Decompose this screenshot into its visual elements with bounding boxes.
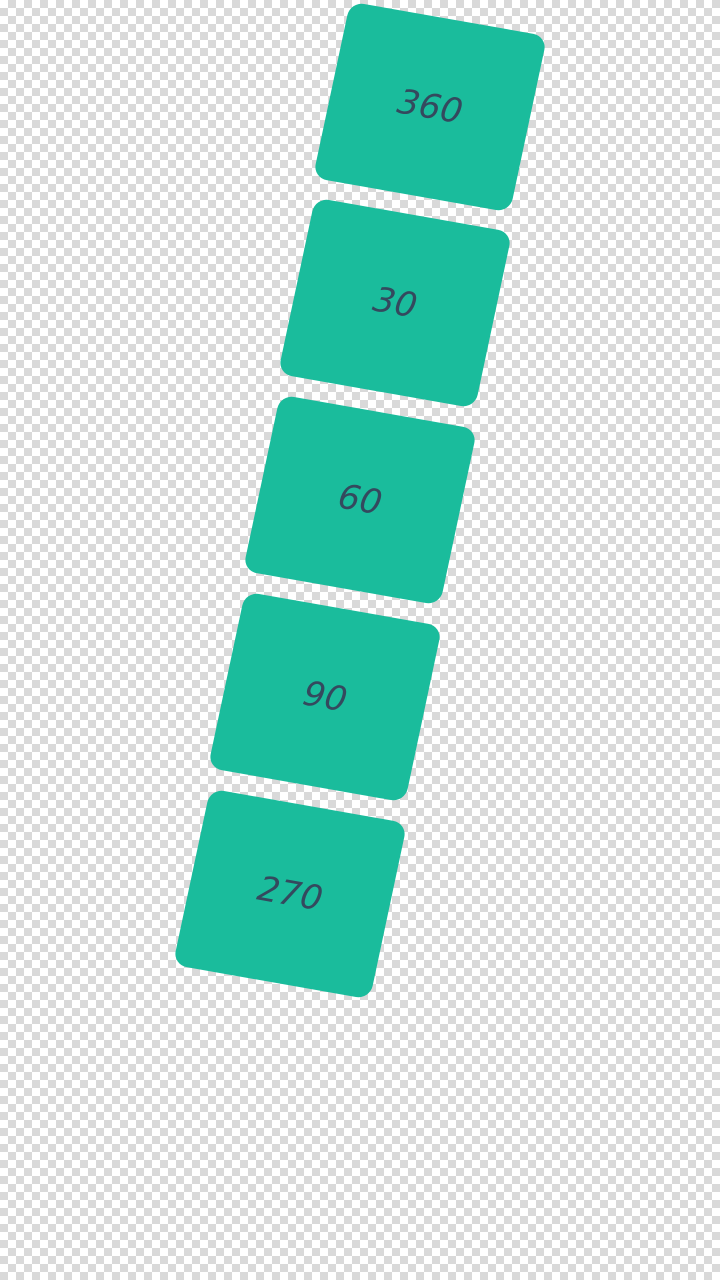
tile-label: 90 xyxy=(299,673,351,721)
tile-60[interactable]: 60 xyxy=(242,394,478,606)
tile-label: 270 xyxy=(253,868,327,920)
tile-90[interactable]: 90 xyxy=(207,591,443,803)
tile-label: 60 xyxy=(334,476,386,524)
rotation-tile-stack: 360 30 60 90 270 xyxy=(0,0,720,1280)
tile-360[interactable]: 360 xyxy=(312,1,548,213)
tile-label: 30 xyxy=(369,279,421,327)
tile-270[interactable]: 270 xyxy=(172,788,408,1000)
tile-label: 360 xyxy=(393,81,467,133)
tile-30[interactable]: 30 xyxy=(277,197,513,409)
